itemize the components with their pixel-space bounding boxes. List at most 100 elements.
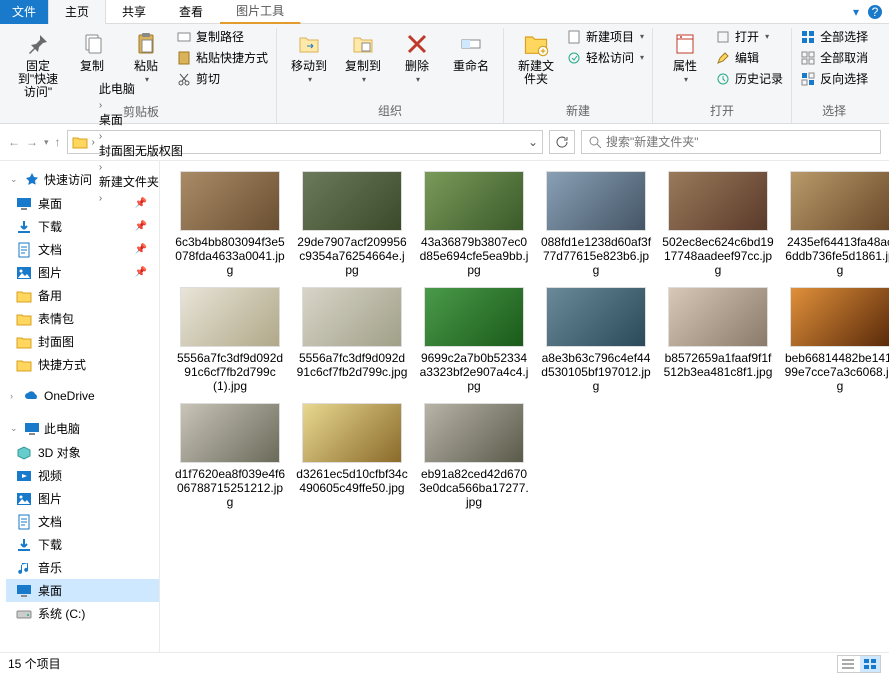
- file-tile[interactable]: 5556a7fc3df9d092d91c6cf7fb2d799c.jpg: [296, 287, 408, 393]
- nav-back-button[interactable]: ←: [8, 135, 20, 149]
- file-tile[interactable]: d1f7620ea8f039e4f606788715251212.jpg: [174, 403, 286, 509]
- open-button[interactable]: 打开▾: [715, 28, 783, 45]
- copy-to-button[interactable]: 复制到▾: [339, 28, 387, 86]
- file-thumbnail: [546, 287, 646, 347]
- view-largeicons-button[interactable]: [860, 656, 880, 672]
- history-button[interactable]: 历史记录: [715, 70, 783, 87]
- pin-indicator-icon: 📌: [135, 267, 147, 278]
- address-bar[interactable]: › 此电脑 › 桌面 › 封面图无版权图 › 新建文件夹 › ⌄: [67, 130, 543, 154]
- chevron-right-icon[interactable]: ›: [99, 131, 102, 142]
- help-icon[interactable]: ?: [867, 4, 883, 20]
- file-tile[interactable]: 088fd1e1238d60af3f77d77615e823b6.jpg: [540, 171, 652, 277]
- sidebar-item[interactable]: 系统 (C:): [6, 602, 159, 625]
- file-tile[interactable]: 502ec8ec624c6bd1917748aadeef97cc.jpg: [662, 171, 774, 277]
- tab-share[interactable]: 共享: [106, 0, 163, 24]
- sidebar-item-label: 图片: [38, 490, 62, 507]
- sidebar-item[interactable]: 备用: [6, 284, 159, 307]
- view-details-button[interactable]: [838, 656, 858, 672]
- select-none-button[interactable]: 全部取消: [800, 49, 868, 66]
- tab-home-label: 主页: [65, 3, 89, 20]
- refresh-button[interactable]: [549, 130, 575, 154]
- new-folder-button[interactable]: 新建文件夹: [512, 28, 560, 88]
- paste-label: 粘贴: [134, 60, 158, 73]
- paste-shortcut-button[interactable]: 粘贴快捷方式: [176, 49, 268, 66]
- search-box[interactable]: [581, 130, 881, 154]
- chevron-right-icon[interactable]: ›: [92, 137, 95, 148]
- copy-button[interactable]: 复制: [68, 28, 116, 75]
- file-thumbnail: [424, 403, 524, 463]
- tab-home[interactable]: 主页: [48, 0, 106, 24]
- file-tile[interactable]: 29de7907acf209956c9354a76254664e.jpg: [296, 171, 408, 277]
- edit-button[interactable]: 编辑: [715, 49, 783, 66]
- sidebar-item[interactable]: 文档📌: [6, 238, 159, 261]
- file-name: 502ec8ec624c6bd1917748aadeef97cc.jpg: [662, 235, 774, 277]
- new-item-button[interactable]: 新建项目▾: [566, 28, 644, 45]
- properties-button[interactable]: 属性▾: [661, 28, 709, 86]
- tab-view-label: 查看: [179, 3, 203, 20]
- file-tile[interactable]: d3261ec5d10cfbf34c490605c49ffe50.jpg: [296, 403, 408, 509]
- sidebar-item[interactable]: 下载📌: [6, 215, 159, 238]
- select-invert-label: 反向选择: [820, 70, 868, 87]
- search-input[interactable]: [606, 135, 874, 149]
- sidebar-item[interactable]: 下载: [6, 533, 159, 556]
- file-tile[interactable]: b8572659a1faaf9f1f512b3ea481c8f1.jpg: [662, 287, 774, 393]
- breadcrumb-segment[interactable]: 桌面: [99, 111, 183, 128]
- file-tile[interactable]: 9699c2a7b0b52334a3323bf2e907a4c4.jpg: [418, 287, 530, 393]
- sidebar-item[interactable]: 快捷方式: [6, 353, 159, 376]
- file-tile[interactable]: 2435ef64413fa48ac6ddb736fe5d1861.jpg: [784, 171, 889, 277]
- file-tile[interactable]: 43a36879b3807ec0d85e694cfe5ea9bb.jpg: [418, 171, 530, 277]
- ribbon-collapse-icon[interactable]: ▾: [853, 5, 859, 19]
- file-name: beb66814482be141f99e7cce7a3c6068.jpg: [784, 351, 889, 393]
- pin-indicator-icon: 📌: [135, 198, 147, 209]
- cut-button[interactable]: 剪切: [176, 70, 268, 87]
- ribbon-group-new: 新建文件夹 新建项目▾ 轻松访问▾ 新建: [504, 28, 653, 123]
- nav-recent-dropdown[interactable]: ▾: [44, 137, 49, 148]
- sidebar-item[interactable]: 音乐: [6, 556, 159, 579]
- breadcrumb-segment[interactable]: 此电脑: [99, 80, 183, 97]
- nav-up-button[interactable]: ↑: [55, 135, 61, 149]
- sidebar-item[interactable]: 图片📌: [6, 261, 159, 284]
- sidebar-item[interactable]: 封面图: [6, 330, 159, 353]
- sidebar-item[interactable]: 桌面📌: [6, 192, 159, 215]
- sidebar-item[interactable]: 桌面: [6, 579, 159, 602]
- select-invert-button[interactable]: 反向选择: [800, 70, 868, 87]
- file-tile[interactable]: 5556a7fc3df9d092d91c6cf7fb2d799c (1).jpg: [174, 287, 286, 393]
- tab-file-label: 文件: [12, 3, 36, 20]
- file-thumbnail: [790, 171, 889, 231]
- sidebar-thispc-header[interactable]: ⌄ 此电脑: [6, 416, 159, 441]
- new-folder-label: 新建文件夹: [514, 60, 558, 86]
- picture-icon: [16, 265, 32, 281]
- paste-button[interactable]: 粘贴 ▾: [122, 28, 170, 86]
- sidebar-quickaccess-header[interactable]: ⌄ 快速访问: [6, 167, 159, 192]
- sidebar-item[interactable]: 文档: [6, 510, 159, 533]
- copy-path-button[interactable]: 复制路径: [176, 28, 268, 45]
- file-tile[interactable]: a8e3b63c796c4ef44d530105bf197012.jpg: [540, 287, 652, 393]
- folder-icon: [16, 334, 32, 350]
- sidebar-onedrive-header[interactable]: › OneDrive: [6, 384, 159, 408]
- tab-picture-tools[interactable]: 图片工具: [220, 0, 301, 24]
- easy-access-button[interactable]: 轻松访问▾: [566, 49, 644, 66]
- select-invert-icon: [800, 71, 816, 87]
- tab-file[interactable]: 文件: [0, 0, 48, 24]
- download-icon: [16, 537, 32, 553]
- easy-access-icon: [566, 50, 582, 66]
- breadcrumb-segment[interactable]: 封面图无版权图: [99, 142, 183, 159]
- file-pane[interactable]: 6c3b4bb803094f3e5078fda4633a0041.jpg29de…: [160, 161, 889, 652]
- file-tile[interactable]: beb66814482be141f99e7cce7a3c6068.jpg: [784, 287, 889, 393]
- file-name: 43a36879b3807ec0d85e694cfe5ea9bb.jpg: [418, 235, 530, 277]
- rename-button[interactable]: 重命名: [447, 28, 495, 75]
- file-tile[interactable]: 6c3b4bb803094f3e5078fda4633a0041.jpg: [174, 171, 286, 277]
- chevron-right-icon[interactable]: ›: [99, 100, 102, 111]
- sidebar-item[interactable]: 视频: [6, 464, 159, 487]
- move-to-button[interactable]: 移动到▾: [285, 28, 333, 86]
- sidebar-item[interactable]: 3D 对象: [6, 441, 159, 464]
- select-all-button[interactable]: 全部选择: [800, 28, 868, 45]
- delete-button[interactable]: 删除▾: [393, 28, 441, 86]
- nav-forward-button[interactable]: →: [26, 135, 38, 149]
- address-dropdown[interactable]: ⌄: [528, 135, 538, 149]
- file-tile[interactable]: eb91a82ced42d6703e0dca566ba17277.jpg: [418, 403, 530, 509]
- pin-quickaccess-button[interactable]: 固定到"快速访问": [14, 28, 62, 101]
- sidebar-item[interactable]: 图片: [6, 487, 159, 510]
- sidebar-item[interactable]: 表情包: [6, 307, 159, 330]
- tab-view[interactable]: 查看: [163, 0, 220, 24]
